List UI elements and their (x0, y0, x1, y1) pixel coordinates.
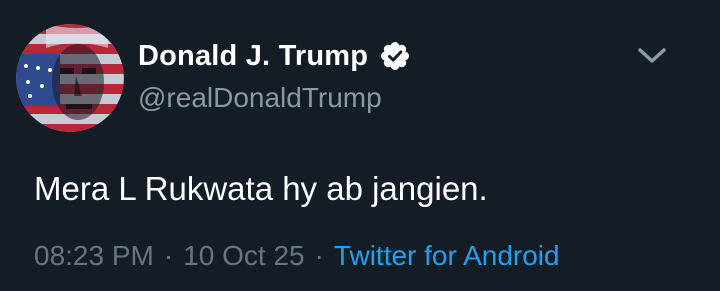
tweet-time[interactable]: 08:23 PM (34, 240, 154, 272)
tweet-meta: 08:23 PM · 10 Oct 25 · Twitter for Andro… (34, 240, 560, 272)
author-row: Donald J. Trump (138, 36, 410, 76)
display-name[interactable]: Donald J. Trump (138, 40, 368, 73)
meta-separator: · (314, 240, 324, 271)
handle[interactable]: @realDonaldTrump (138, 82, 382, 114)
avatar-image (16, 24, 124, 132)
tweet-source-link[interactable]: Twitter for Android (334, 240, 560, 272)
avatar[interactable] (16, 24, 124, 132)
tweet-text: Mera L Rukwata hy ab jangien. (34, 170, 488, 207)
tweet-date[interactable]: 10 Oct 25 (183, 240, 304, 272)
verified-badge-icon (380, 41, 410, 71)
chevron-down-icon[interactable] (632, 40, 672, 70)
tweet-card[interactable]: Donald J. Trump @realDonaldTrump Mera L … (0, 0, 720, 291)
meta-separator: · (163, 240, 174, 271)
